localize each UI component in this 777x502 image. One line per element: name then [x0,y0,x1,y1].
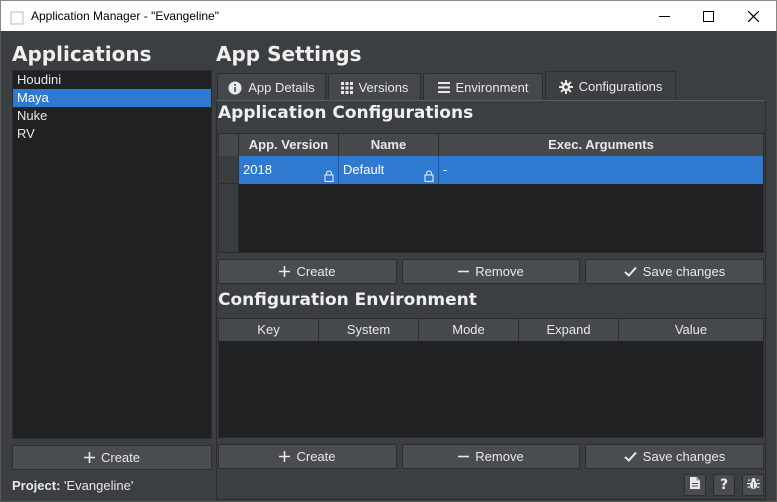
close-button[interactable] [730,1,776,31]
table-row[interactable]: 2018 Default - [239,156,763,184]
minimize-icon [658,15,670,17]
document-icon [690,477,700,493]
column-header[interactable]: Mode [419,319,519,341]
maximize-button[interactable] [685,1,731,31]
corner-header [219,134,239,156]
button-label: Create [296,449,336,464]
list-item-selected[interactable]: Maya [13,89,211,107]
check-icon [624,266,637,277]
maximize-icon [702,10,714,22]
plus-icon [279,266,291,277]
info-icon [228,81,242,95]
applications-heading: Applications [12,42,152,66]
bug-icon [746,477,760,494]
applications-list[interactable]: Houdini Maya Nuke RV [12,70,212,439]
create-application-button[interactable]: Create [12,445,212,470]
lock-icon [424,164,434,192]
column-header[interactable]: Name [339,134,439,156]
project-value: 'Evangeline' [64,478,134,493]
minimize-button[interactable] [641,1,687,31]
close-icon [747,10,759,22]
app-settings-heading: App Settings [216,42,362,66]
help-button[interactable]: ? [713,474,735,496]
app-icon [10,10,24,25]
tab-configurations[interactable]: Configurations [545,71,676,101]
title-bar: Application Manager - "Evangeline" [0,0,777,31]
button-label: Create [296,264,336,279]
tab-app-details[interactable]: App Details [217,73,326,101]
button-label: Save changes [642,264,726,279]
button-label: Remove [475,264,524,279]
name-cell[interactable]: Default [339,156,439,184]
config-environment-heading: Configuration Environment [218,290,477,310]
plus-icon [279,451,291,462]
minus-icon [458,266,470,277]
tab-label: Configurations [578,79,663,94]
check-icon [624,451,637,462]
window-title: Application Manager - "Evangeline" [31,9,219,23]
list-item[interactable]: RV [13,125,211,143]
list-item[interactable]: Nuke [13,107,211,125]
create-label: Create [100,450,141,465]
create-configuration-button[interactable]: Create [218,259,397,284]
gear-icon [558,79,573,94]
status-bar: Project: 'Evangeline' [12,478,133,493]
save-configuration-button[interactable]: Save changes [585,259,764,284]
column-header[interactable]: Key [219,319,319,341]
list-icon [437,82,450,93]
button-label: Remove [475,449,524,464]
minus-icon [458,451,470,462]
column-header[interactable]: Value [619,319,763,341]
configurations-table[interactable]: App. Version Name Exec. Arguments 2018 D… [218,133,764,253]
plus-icon [83,452,95,463]
main-content: Applications Houdini Maya Nuke RV Create… [0,31,777,502]
remove-configuration-button[interactable]: Remove [402,259,580,284]
args-cell[interactable]: - [439,156,763,184]
version-value: 2018 [243,162,272,177]
bug-report-button[interactable] [742,474,764,496]
version-cell[interactable]: 2018 [239,156,339,184]
column-header[interactable]: App. Version [239,134,339,156]
tab-label: Versions [358,80,409,95]
table-header: App. Version Name Exec. Arguments [219,134,763,156]
column-header[interactable]: System [319,319,419,341]
button-label: Save changes [642,449,726,464]
help-icon: ? [719,477,729,493]
lock-icon [324,164,334,192]
remove-env-button[interactable]: Remove [402,444,580,469]
row-header[interactable] [219,156,239,184]
create-env-button[interactable]: Create [218,444,397,469]
grid-icon [340,81,353,94]
column-header[interactable]: Exec. Arguments [439,134,763,156]
tab-environment[interactable]: Environment [423,73,543,101]
tab-versions[interactable]: Versions [328,73,421,101]
app-configurations-heading: Application Configurations [218,103,474,123]
save-env-button[interactable]: Save changes [585,444,764,469]
project-label: Project: [12,478,61,493]
name-value: Default [343,162,385,177]
environment-table[interactable]: Key System Mode Expand Value [218,318,764,438]
list-item[interactable]: Houdini [13,71,211,89]
tab-label: App Details [248,80,315,95]
tab-label: Environment [455,80,529,95]
log-button[interactable] [684,474,706,496]
column-header[interactable]: Expand [519,319,619,341]
table-header: Key System Mode Expand Value [219,319,763,341]
